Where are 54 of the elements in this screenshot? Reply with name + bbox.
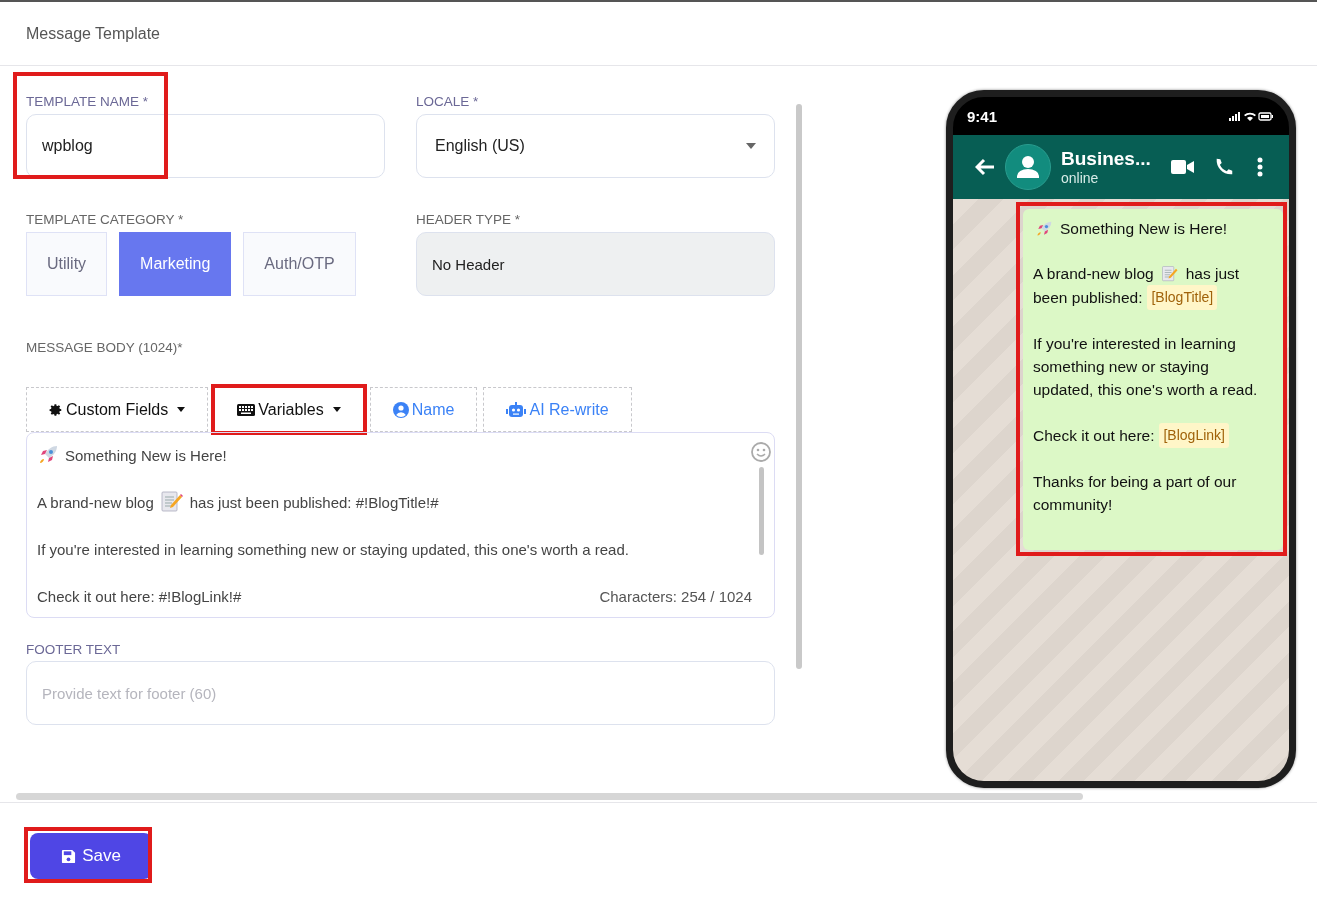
category-tab[interactable]: Auth/OTP	[243, 232, 356, 296]
category-tab[interactable]: Utility	[26, 232, 108, 296]
toolbar-button[interactable]: Name	[369, 387, 478, 432]
memo-icon	[159, 491, 184, 513]
template-name-field[interactable]: wpblog	[26, 114, 385, 178]
variable-tag: [BlogTitle]	[1147, 285, 1218, 310]
robot-icon	[506, 401, 527, 418]
keyboard-icon	[237, 403, 256, 416]
field-label: HEADER TYPE *	[416, 212, 522, 227]
body-text: has just been published: #!BlogTitle!#	[189, 493, 439, 511]
message-body-field[interactable]	[26, 432, 775, 618]
gear-icon	[49, 402, 63, 417]
header-type-select[interactable]: No Header	[416, 232, 775, 296]
toolbar-button[interactable]: Custom Fields	[26, 387, 209, 432]
body-text: Check it out here: #!BlogLink!#	[37, 587, 242, 605]
user-icon	[392, 401, 409, 418]
field-label: FOOTER TEXT	[26, 642, 122, 657]
contact-name: Busines...	[1061, 148, 1152, 170]
page-title: Message Template	[26, 24, 160, 43]
message-text: Something New is Here!	[1060, 219, 1228, 239]
field-label: MESSAGE BODY (1024)*	[26, 340, 184, 355]
rocket-icon	[37, 444, 59, 466]
field-label: TEMPLATE NAME *	[26, 94, 150, 109]
message-text: Thanks for being a part of our community!	[1033, 472, 1238, 515]
footer-text-field[interactable]: Provide text for footer (60)	[26, 661, 775, 725]
scrollbar-thumb[interactable]	[16, 792, 1083, 800]
body-text: Something New is Here!	[65, 446, 227, 464]
caret-icon	[177, 407, 186, 412]
more-icon[interactable]	[1257, 157, 1263, 177]
message-text: been published:	[1033, 288, 1143, 308]
category-tab[interactable]: Marketing	[119, 232, 232, 296]
signal-icon	[1229, 110, 1273, 122]
toolbar-button[interactable]: AI Re-write	[483, 387, 632, 432]
memo-icon	[1160, 264, 1179, 283]
message-text: has just	[1185, 264, 1240, 284]
message-text: Check it out here:	[1033, 426, 1155, 446]
variable-tag: [BlogLink]	[1159, 423, 1229, 448]
video-camera-icon[interactable]	[1171, 159, 1195, 175]
locale-select[interactable]: English (US)	[416, 114, 775, 178]
body-text: If you're interested in learning something new or staying updated, this one's worth a read.	[37, 540, 629, 558]
body-text: A brand-new blog	[37, 493, 154, 511]
toolbar-button[interactable]: Variables	[214, 387, 364, 432]
field-label: LOCALE *	[416, 94, 480, 109]
field-label: TEMPLATE CATEGORY *	[26, 212, 185, 227]
message-text: A brand-new blog	[1033, 264, 1154, 284]
message-text: If you're interested in learning something new or staying updated, this one's worth a read.	[1033, 334, 1259, 400]
back-arrow-icon[interactable]	[975, 158, 995, 176]
contact-status: online	[1061, 170, 1100, 186]
rocket-icon	[1035, 219, 1053, 238]
caret-icon	[332, 407, 341, 412]
status-time: 9:41	[967, 107, 998, 125]
caret-icon	[746, 143, 756, 149]
avatar-icon	[1005, 144, 1051, 190]
scrollbar-thumb[interactable]	[796, 104, 802, 669]
